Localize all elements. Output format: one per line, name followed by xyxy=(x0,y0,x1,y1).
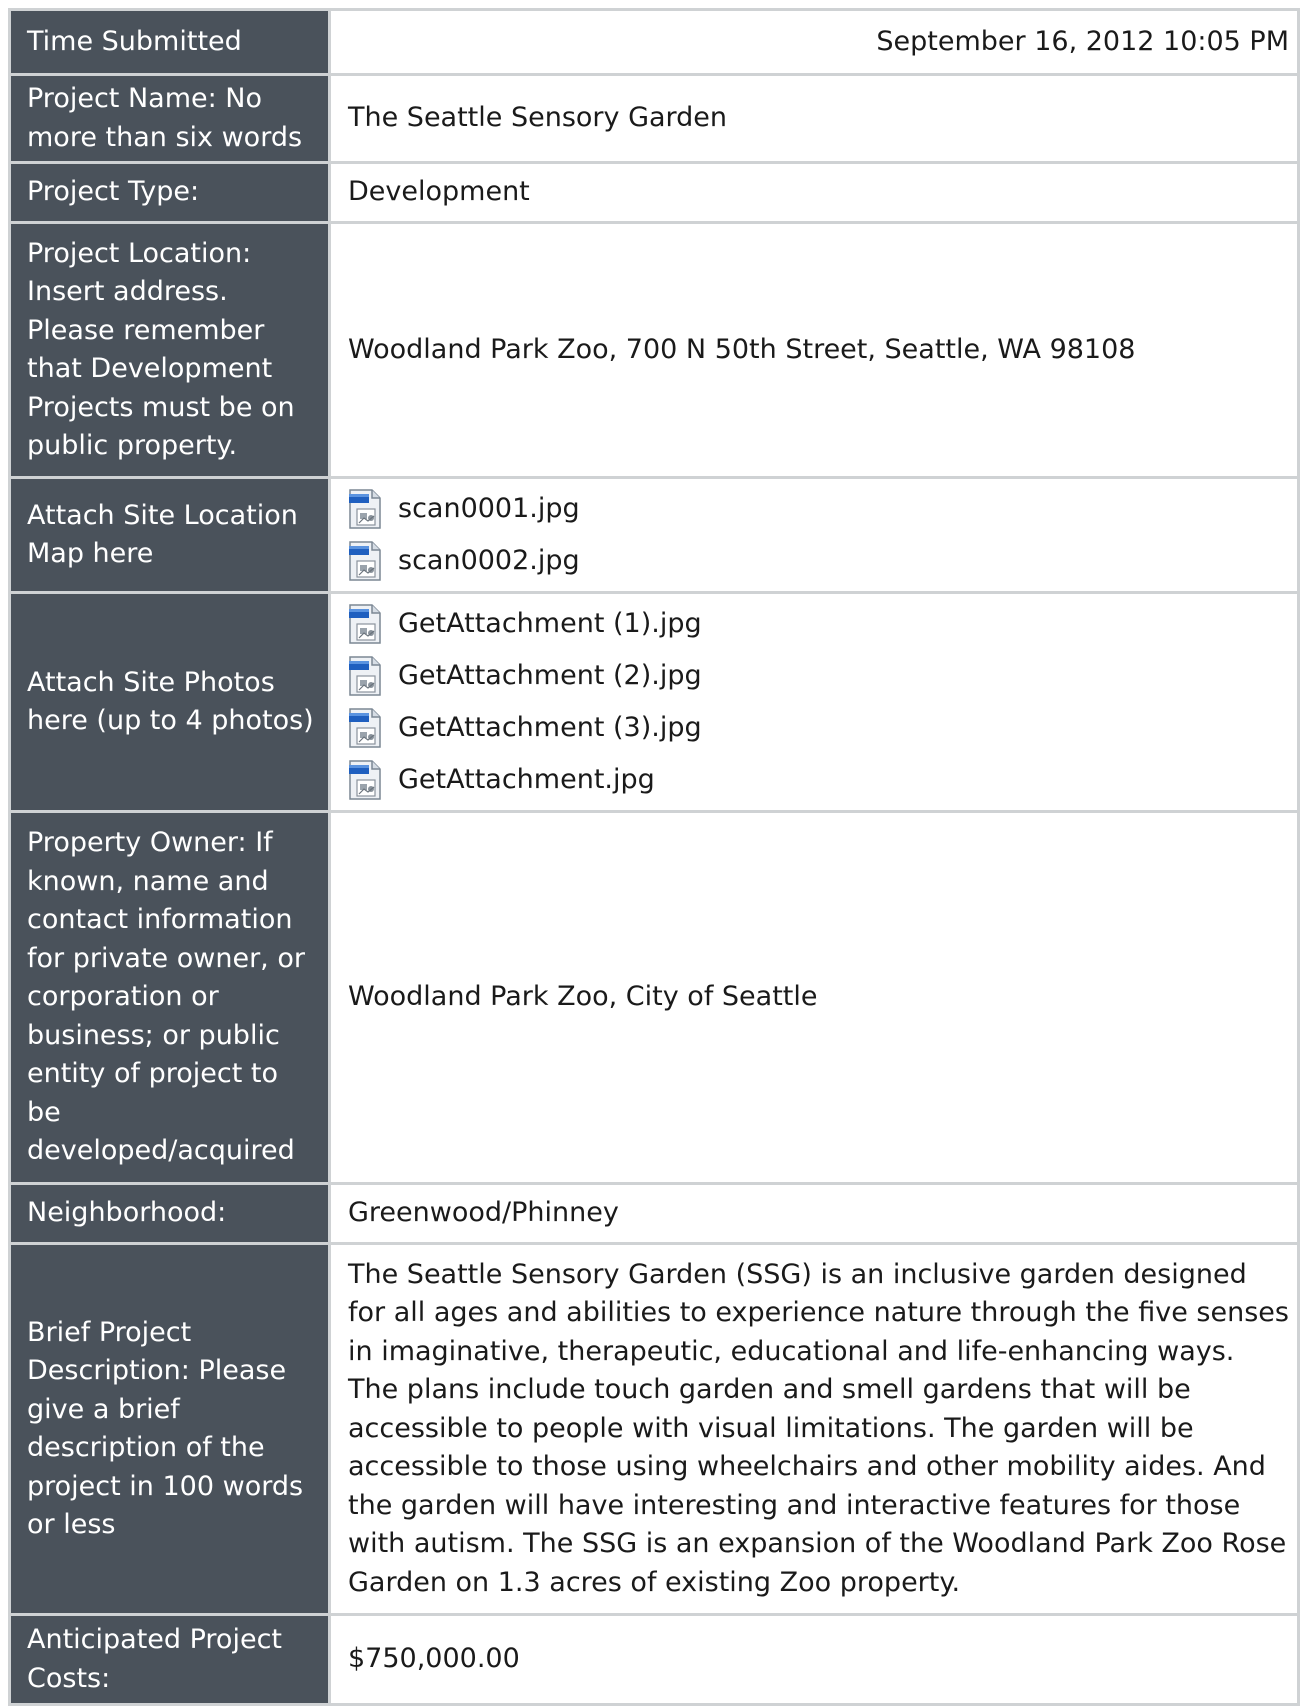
row-time-submitted: Time Submitted September 16, 2012 10:05 … xyxy=(8,8,1300,76)
row-property-owner: Property Owner: If known, name and conta… xyxy=(8,810,1300,1185)
value-project-name: The Seattle Sensory Garden xyxy=(328,73,1300,164)
image-file-icon xyxy=(349,541,381,581)
attachment-filename: scan0001.jpg xyxy=(398,492,580,524)
attachment-filename: GetAttachment (1).jpg xyxy=(398,607,702,639)
row-project-location: Project Location: Insert address. Please… xyxy=(8,221,1300,479)
value-site-location-map: scan0001.jpg scan0002.jpg xyxy=(328,476,1300,594)
value-site-photos: GetAttachment (1).jpg GetAttachment (2).… xyxy=(328,591,1300,813)
value-neighborhood: Greenwood/Phinney xyxy=(328,1182,1300,1245)
label-project-costs: Anticipated Project Costs: xyxy=(8,1613,331,1706)
label-site-location-map: Attach Site Location Map here xyxy=(8,476,331,594)
row-project-description: Brief Project Description: Please give a… xyxy=(8,1242,1300,1616)
row-neighborhood: Neighborhood: Greenwood/Phinney xyxy=(8,1182,1300,1245)
attachment-link[interactable]: GetAttachment (1).jpg xyxy=(348,598,1289,650)
attachment-link[interactable]: GetAttachment (3).jpg xyxy=(348,702,1289,754)
row-project-type: Project Type: Development xyxy=(8,161,1300,224)
attachment-link[interactable]: GetAttachment (2).jpg xyxy=(348,650,1289,702)
attachment-link[interactable]: scan0002.jpg xyxy=(348,535,1289,587)
value-project-location: Woodland Park Zoo, 700 N 50th Street, Se… xyxy=(328,221,1300,479)
value-property-owner: Woodland Park Zoo, City of Seattle xyxy=(328,810,1300,1185)
attachment-filename: GetAttachment (2).jpg xyxy=(398,659,702,691)
value-project-type: Development xyxy=(328,161,1300,224)
label-neighborhood: Neighborhood: xyxy=(8,1182,331,1245)
label-project-description: Brief Project Description: Please give a… xyxy=(8,1242,331,1616)
value-time-submitted: September 16, 2012 10:05 PM xyxy=(328,8,1300,76)
row-project-name: Project Name: No more than six words The… xyxy=(8,73,1300,164)
attachment-filename: GetAttachment (3).jpg xyxy=(398,711,702,743)
label-time-submitted: Time Submitted xyxy=(8,8,331,76)
row-project-costs: Anticipated Project Costs: $750,000.00 xyxy=(8,1613,1300,1706)
row-site-location-map: Attach Site Location Map here scan0001.j… xyxy=(8,476,1300,594)
label-project-name: Project Name: No more than six words xyxy=(8,73,331,164)
attachment-link[interactable]: scan0001.jpg xyxy=(348,483,1289,535)
label-site-photos: Attach Site Photos here (up to 4 photos) xyxy=(8,591,331,813)
attachment-filename: GetAttachment.jpg xyxy=(398,763,655,795)
image-file-icon xyxy=(349,489,381,529)
image-file-icon xyxy=(349,760,381,800)
label-property-owner: Property Owner: If known, name and conta… xyxy=(8,810,331,1185)
value-project-costs: $750,000.00 xyxy=(328,1613,1300,1706)
project-form-table: Time Submitted September 16, 2012 10:05 … xyxy=(8,8,1300,1706)
image-file-icon xyxy=(349,708,381,748)
label-project-location: Project Location: Insert address. Please… xyxy=(8,221,331,479)
image-file-icon xyxy=(349,604,381,644)
label-project-type: Project Type: xyxy=(8,161,331,224)
attachment-link[interactable]: GetAttachment.jpg xyxy=(348,754,1289,806)
value-project-description: The Seattle Sensory Garden (SSG) is an i… xyxy=(328,1242,1300,1616)
image-file-icon xyxy=(349,656,381,696)
attachment-filename: scan0002.jpg xyxy=(398,544,580,576)
row-site-photos: Attach Site Photos here (up to 4 photos)… xyxy=(8,591,1300,813)
